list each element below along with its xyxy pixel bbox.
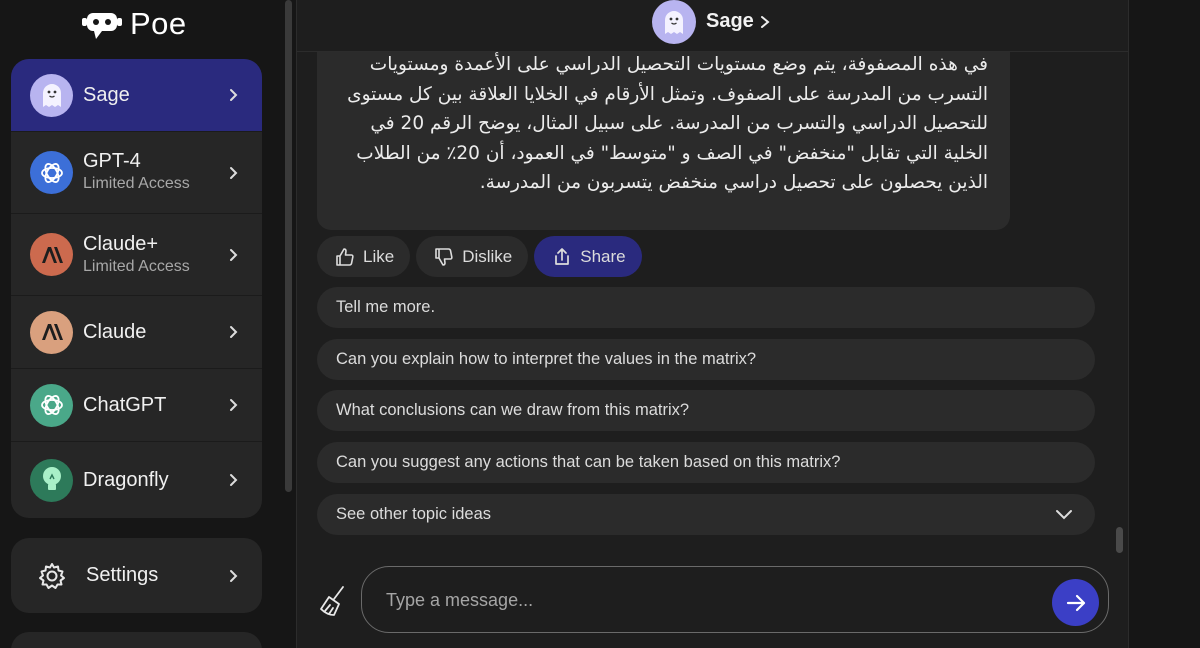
like-button[interactable]: Like — [317, 236, 411, 277]
sidebar-item-claude-plus[interactable]: Claude+ Limited Access — [11, 214, 262, 296]
sage-ghost-icon — [42, 84, 61, 107]
bot-name: GPT-4 — [83, 150, 141, 172]
settings-label: Settings — [86, 564, 159, 586]
message-input[interactable] — [386, 587, 1026, 613]
chat-panel: في هذه المصفوفة، يتم وضع مستويات التحصيل… — [296, 0, 1129, 648]
claude-plus-avatar — [30, 233, 73, 276]
chevron-right-icon — [761, 16, 770, 28]
thumbs-down-icon — [435, 247, 453, 266]
bot-message: في هذه المصفوفة، يتم وضع مستويات التحصيل… — [317, 30, 1010, 230]
suggestion-text: Can you suggest any actions that can be … — [336, 453, 841, 471]
chevron-down-icon — [1056, 510, 1072, 520]
sidebar-item-sage[interactable]: Sage — [11, 59, 262, 132]
dislike-button[interactable]: Dislike — [416, 236, 529, 277]
share-label: Share — [580, 246, 626, 266]
clear-context-broom-icon[interactable] — [317, 584, 351, 618]
sidebar-item-claude[interactable]: Claude — [11, 296, 262, 369]
lightbulb-icon — [42, 467, 61, 490]
sidebar: Poe Sage GPT-4 Limited Access Claude+ Li… — [0, 0, 296, 648]
suggestion-chip[interactable]: Can you suggest any actions that can be … — [317, 442, 1095, 483]
suggestion-chip[interactable]: What conclusions can we draw from this m… — [317, 390, 1095, 431]
message-text: في هذه المصفوفة، يتم وضع مستويات التحصيل… — [347, 54, 988, 193]
bot-name: Claude+ — [83, 233, 159, 255]
chevron-right-icon — [230, 326, 238, 338]
chevron-right-icon — [230, 569, 238, 582]
right-gutter — [1129, 0, 1200, 648]
dragonfly-avatar — [30, 458, 73, 502]
poe-logo[interactable]: Poe — [82, 4, 187, 44]
suggestion-text: Can you explain how to interpret the val… — [336, 350, 757, 368]
sidebar-scrollbar[interactable] — [285, 0, 292, 492]
settings-button[interactable]: Settings — [11, 538, 262, 613]
sage-avatar — [652, 0, 696, 44]
arrow-right-icon — [1066, 594, 1085, 611]
sage-ghost-icon — [665, 11, 683, 34]
chat-header[interactable]: Sage — [297, 0, 1128, 52]
suggestion-chip[interactable]: Tell me more. — [317, 287, 1095, 328]
openai-icon — [40, 395, 63, 415]
app-name: Poe — [130, 6, 187, 41]
gpt-4-avatar — [30, 151, 73, 194]
send-button[interactable] — [1052, 579, 1099, 626]
chevron-right-icon — [230, 474, 238, 486]
anthropic-icon — [41, 324, 63, 340]
suggestion-chip[interactable]: Can you explain how to interpret the val… — [317, 339, 1095, 380]
gear-icon — [39, 563, 65, 589]
chevron-right-icon — [230, 89, 238, 101]
share-button[interactable]: Share — [534, 236, 642, 277]
bot-name: Claude — [83, 321, 147, 343]
thumbs-up-icon — [336, 247, 354, 266]
anthropic-icon — [41, 246, 63, 263]
other-topics-label: See other topic ideas — [336, 505, 492, 523]
bot-subtitle: Limited Access — [83, 258, 190, 275]
sidebar-item-dragonfly[interactable]: Dragonfly — [11, 442, 262, 518]
claude-avatar — [30, 310, 73, 354]
message-actions: Like Dislike Share — [317, 236, 642, 277]
sidebar-item-chatgpt[interactable]: ChatGPT — [11, 369, 262, 442]
openai-icon — [40, 162, 63, 183]
sage-avatar — [30, 73, 73, 117]
bot-name: Dragonfly — [83, 469, 169, 491]
dislike-label: Dislike — [462, 246, 513, 266]
chevron-right-icon — [230, 399, 238, 411]
chat-scrollbar[interactable] — [1116, 527, 1123, 553]
bot-name: ChatGPT — [83, 394, 167, 416]
other-topics-button[interactable]: See other topic ideas — [317, 494, 1095, 535]
sidebar-card-partial[interactable] — [11, 632, 262, 648]
suggestion-text: What conclusions can we draw from this m… — [336, 401, 690, 419]
message-composer — [361, 566, 1109, 633]
sidebar-item-gpt-4[interactable]: GPT-4 Limited Access — [11, 132, 262, 214]
chevron-right-icon — [230, 248, 238, 261]
chat-title: Sage — [706, 10, 754, 32]
like-label: Like — [363, 246, 395, 266]
bot-name: Sage — [83, 84, 130, 106]
share-icon — [555, 247, 570, 265]
suggestion-text: Tell me more. — [336, 298, 436, 316]
bot-list: Sage GPT-4 Limited Access Claude+ Limite… — [11, 59, 262, 518]
chatgpt-avatar — [30, 383, 73, 427]
poe-logo-icon — [82, 13, 122, 39]
bot-subtitle: Limited Access — [83, 175, 190, 192]
chevron-right-icon — [230, 166, 238, 179]
